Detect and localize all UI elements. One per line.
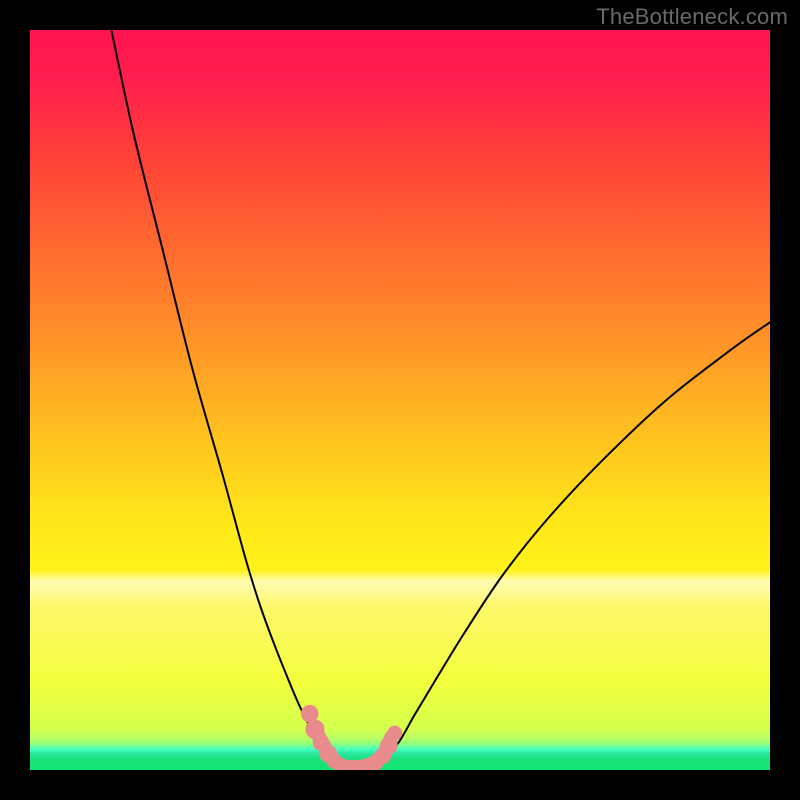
plot-area [30,30,770,770]
series-right-curve [378,322,770,767]
chart-frame: TheBottleneck.com [0,0,800,800]
valley-dot [327,754,342,769]
series-left-curve [111,30,339,767]
chart-curves [30,30,770,770]
valley-dot [387,726,402,741]
watermark-text: TheBottleneck.com [596,4,788,30]
